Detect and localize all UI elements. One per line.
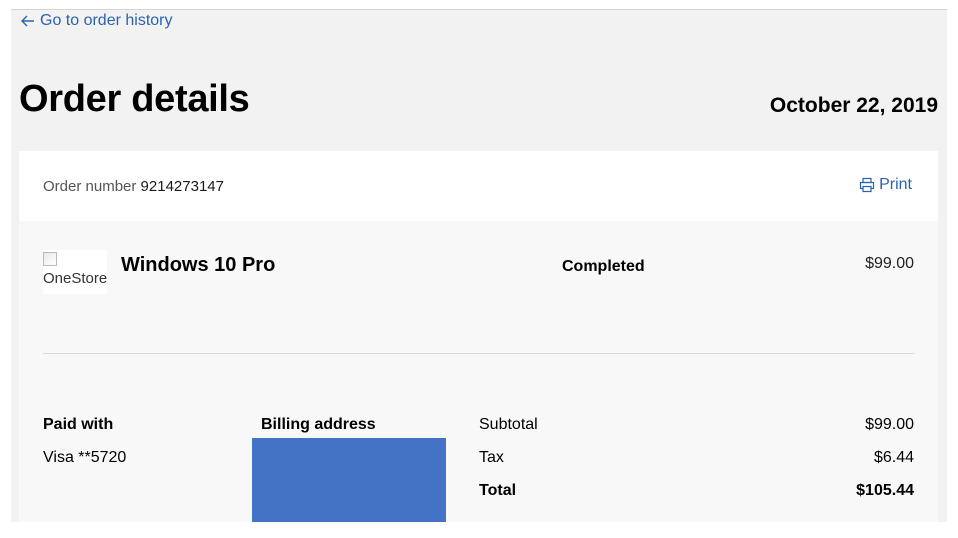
billing-address-redacted [252, 438, 446, 522]
tax-value: $6.44 [873, 449, 914, 466]
order-number-label: Order number [43, 178, 137, 195]
tax-row: Tax $6.44 [479, 449, 914, 467]
broken-image-icon [43, 252, 57, 266]
order-number-value: 9214273147 [140, 178, 224, 195]
print-button[interactable]: Print [859, 176, 912, 194]
subtotal-row: Subtotal $99.00 [479, 416, 914, 434]
order-card-header: Order number 9214273147 Print [19, 151, 938, 221]
order-card-body: OneStore Windows 10 Pro Completed $99.00… [19, 221, 938, 522]
back-link-label: Go to order history [40, 12, 173, 29]
total-value: $105.44 [856, 482, 914, 499]
printer-icon [859, 177, 875, 193]
subtotal-value: $99.00 [865, 416, 914, 433]
product-image: OneStore [43, 250, 107, 294]
page-title: Order details [19, 78, 250, 120]
order-number: Order number 9214273147 [43, 178, 224, 195]
back-to-order-history-link[interactable]: Go to order history [20, 12, 173, 30]
status-badge: Completed [562, 258, 645, 275]
divider [43, 353, 914, 354]
product-name: Windows 10 Pro [121, 254, 276, 276]
product-image-alt: OneStore [43, 270, 108, 287]
order-date: October 22, 2019 [769, 94, 938, 117]
paid-with-label: Paid with [43, 416, 114, 433]
subtotal-label: Subtotal [479, 416, 538, 433]
tax-label: Tax [479, 449, 504, 466]
total-label: Total [479, 482, 517, 499]
billing-address-label: Billing address [261, 416, 376, 433]
total-row: Total $105.44 [479, 482, 914, 500]
order-details-page: Go to order history Order details Octobe… [11, 9, 947, 522]
print-label: Print [879, 176, 912, 193]
product-price: $99.00 [865, 255, 914, 272]
arrow-left-icon [21, 15, 34, 27]
payment-method: Visa **5720 [43, 449, 127, 466]
